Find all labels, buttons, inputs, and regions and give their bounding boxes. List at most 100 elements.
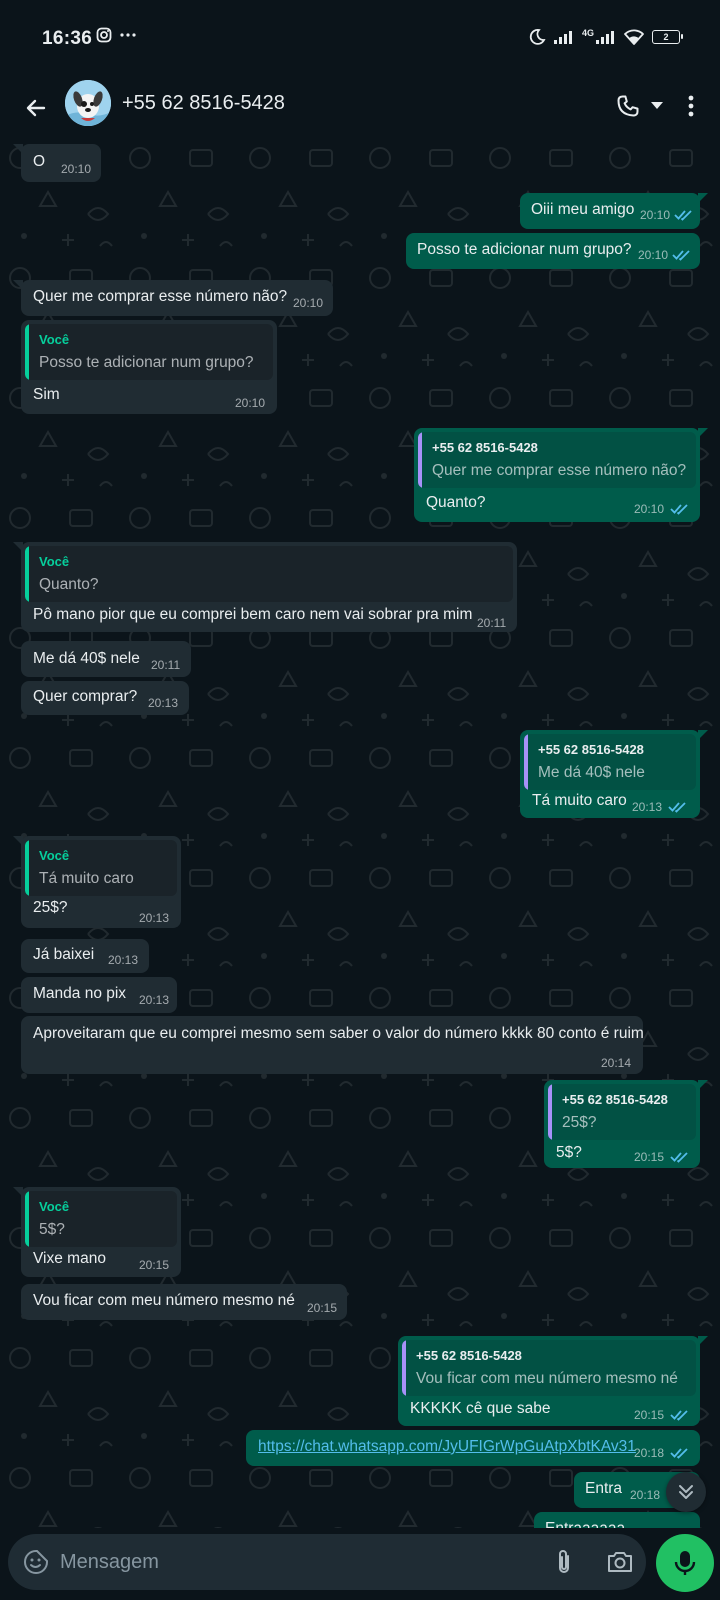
quoted-message[interactable]: Você 5$? xyxy=(25,1191,177,1247)
camera-icon xyxy=(608,1552,632,1572)
message-incoming-reply[interactable]: Você Quanto? Pô mano pior que eu comprei… xyxy=(13,542,517,632)
message-time: 20:13 xyxy=(108,953,139,967)
instagram-icon xyxy=(96,27,112,43)
quoted-author: +55 62 8516-5428 xyxy=(416,1348,522,1363)
voice-call-button[interactable] xyxy=(610,88,646,124)
quoted-text: Me dá 40$ nele xyxy=(538,764,645,781)
message-link[interactable]: https://chat.whatsapp.com/JyUFIGrWpGuAtp… xyxy=(258,1438,636,1456)
message-outgoing-reply[interactable]: +55 62 8516-5428 Me dá 40$ nele Tá muito… xyxy=(520,730,708,818)
message-text: Quer me comprar esse número não? xyxy=(33,288,288,305)
message-outgoing[interactable]: Posso te adicionar num grupo? 20:10 xyxy=(406,233,700,269)
message-time: 20:11 xyxy=(151,658,181,672)
message-outgoing[interactable]: Entraaaaaa xyxy=(534,1512,700,1528)
message-time: 20:13 xyxy=(139,993,170,1007)
do-not-disturb-moon-icon xyxy=(529,29,546,45)
read-receipt-icon xyxy=(670,1152,688,1163)
message-outgoing-reply[interactable]: +55 62 8516-5428 25$? 5$? 20:15 xyxy=(544,1080,708,1168)
quoted-message[interactable]: Você Posso te adicionar num grupo? xyxy=(25,324,273,380)
message-incoming-reply[interactable]: Você 5$? Vixe mano 20:15 xyxy=(13,1187,181,1277)
back-button[interactable] xyxy=(16,88,56,128)
quoted-message[interactable]: Você Tá muito caro xyxy=(25,840,177,896)
more-notifications-icon xyxy=(120,33,136,37)
sticker-emoji-icon xyxy=(24,1550,48,1574)
message-text: Tá muito caro xyxy=(532,792,627,809)
message-time: 20:13 xyxy=(148,696,179,710)
message-composer xyxy=(8,1534,646,1590)
message-incoming[interactable]: Quer me comprar esse número não? 20:10 xyxy=(13,280,333,316)
quoted-author: Você xyxy=(39,332,70,347)
quoted-author: Você xyxy=(39,848,70,863)
contact-name[interactable]: +55 62 8516-5428 xyxy=(122,92,285,115)
chat-area[interactable]: O 20:10 Oiii meu amigo 20:10 Posso te ad… xyxy=(0,136,720,1528)
quoted-message[interactable]: +55 62 8516-5428 Vou ficar com meu númer… xyxy=(402,1340,696,1396)
message-time: 20:15 xyxy=(139,1258,170,1272)
quoted-text: 5$? xyxy=(39,1221,65,1238)
message-text: Quanto? xyxy=(426,494,486,511)
message-time: 20:11 xyxy=(477,616,507,630)
message-incoming[interactable]: Já baixei 20:13 xyxy=(21,939,149,973)
message-incoming[interactable]: Aproveitaram que eu comprei mesmo sem sa… xyxy=(21,1016,644,1074)
quoted-text: Quanto? xyxy=(39,576,99,593)
message-text: Oiii meu amigo xyxy=(531,201,635,218)
message-incoming[interactable]: Vou ficar com meu número mesmo né 20:15 xyxy=(21,1284,347,1320)
scroll-to-bottom-button[interactable] xyxy=(666,1472,706,1512)
more-options-button[interactable] xyxy=(676,88,706,124)
message-text: Já baixei xyxy=(33,946,95,963)
read-receipt-icon xyxy=(674,210,692,221)
message-text: Sim xyxy=(33,386,60,403)
message-outgoing[interactable]: Oiii meu amigo 20:10 xyxy=(520,193,708,229)
microphone-icon xyxy=(674,1551,696,1575)
read-receipt-icon xyxy=(670,1410,688,1421)
message-incoming-reply[interactable]: Você Tá muito caro 25$? 20:13 xyxy=(13,836,181,928)
kebab-menu-icon xyxy=(688,95,694,117)
message-incoming[interactable]: Manda no pix 20:13 xyxy=(21,977,177,1013)
quoted-message[interactable]: +55 62 8516-5428 Me dá 40$ nele xyxy=(524,734,696,790)
voice-message-button[interactable] xyxy=(656,1534,714,1592)
avatar[interactable] xyxy=(65,80,111,126)
message-text: Posso te adicionar num grupo? xyxy=(417,241,632,258)
message-text: 5$? xyxy=(556,1144,582,1161)
message-text: Quer comprar? xyxy=(33,688,138,705)
caret-down-icon xyxy=(651,102,663,109)
message-outgoing-link[interactable]: https://chat.whatsapp.com/JyUFIGrWpGuAtp… xyxy=(246,1430,700,1466)
quoted-text: Posso te adicionar num grupo? xyxy=(39,354,254,371)
message-text: Manda no pix xyxy=(33,985,127,1002)
battery-level: 2 xyxy=(663,32,669,42)
quoted-author: Você xyxy=(39,554,70,569)
wifi-icon xyxy=(624,29,644,45)
message-time: 20:14 xyxy=(601,1056,632,1070)
message-incoming-reply[interactable]: Você Posso te adicionar num grupo? Sim 2… xyxy=(21,320,277,414)
read-receipt-icon xyxy=(672,250,690,261)
quoted-message[interactable]: +55 62 8516-5428 Quer me comprar esse nú… xyxy=(418,432,696,488)
quoted-message[interactable]: Você Quanto? xyxy=(25,546,513,602)
network-type-label: 4G xyxy=(581,28,594,38)
message-text: Vou ficar com meu número mesmo né xyxy=(33,1292,295,1309)
camera-button[interactable] xyxy=(602,1546,638,1578)
attach-button[interactable] xyxy=(548,1546,580,1578)
message-incoming[interactable]: O 20:10 xyxy=(13,144,101,182)
message-time: 20:10 xyxy=(638,248,669,262)
message-outgoing-reply[interactable]: +55 62 8516-5428 Quer me comprar esse nú… xyxy=(414,428,708,522)
phone-icon xyxy=(617,95,639,117)
message-incoming[interactable]: Me dá 40$ nele 20:11 xyxy=(21,641,191,677)
call-options-dropdown[interactable] xyxy=(649,96,665,116)
chat-header: +55 62 8516-5428 xyxy=(0,78,720,136)
emoji-button[interactable] xyxy=(20,1546,52,1578)
message-text: Entra xyxy=(585,1480,623,1497)
quoted-text: Quer me comprar esse número não? xyxy=(432,462,687,479)
message-outgoing-reply[interactable]: +55 62 8516-5428 Vou ficar com meu númer… xyxy=(398,1336,708,1426)
message-time: 20:10 xyxy=(640,208,671,222)
status-bar: 16:36 4G 2 xyxy=(0,0,720,78)
message-incoming[interactable]: Quer comprar? 20:13 xyxy=(21,681,189,715)
quoted-author: +55 62 8516-5428 xyxy=(562,1092,668,1107)
message-text: Entraaaaaa xyxy=(545,1520,625,1528)
read-receipt-icon xyxy=(670,504,688,515)
status-time: 16:36 xyxy=(42,28,93,49)
quoted-author: +55 62 8516-5428 xyxy=(538,742,644,757)
message-input[interactable] xyxy=(60,1534,530,1590)
quoted-author: +55 62 8516-5428 xyxy=(432,440,538,455)
message-text: KKKKK cê que sabe xyxy=(410,1400,551,1417)
quoted-message[interactable]: +55 62 8516-5428 25$? xyxy=(548,1084,696,1140)
battery-icon: 2 xyxy=(652,30,683,44)
read-receipt-icon xyxy=(668,802,686,813)
